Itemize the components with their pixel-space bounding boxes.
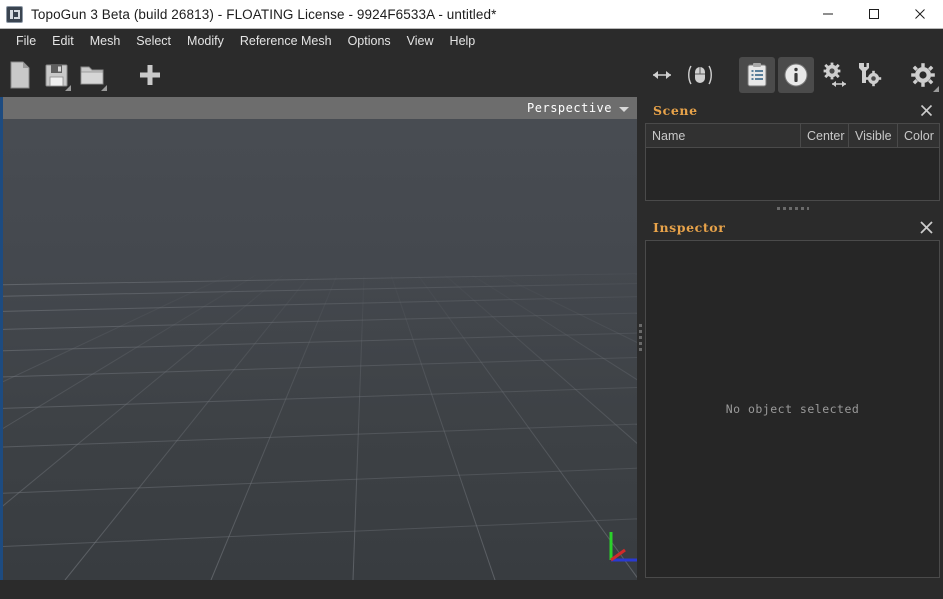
splitter-grip <box>777 207 809 210</box>
menu-item-mesh[interactable]: Mesh <box>82 31 129 51</box>
menu-bar: File Edit Mesh Select Modify Reference M… <box>0 29 943 53</box>
inspector-panel-title: Inspector <box>653 220 725 235</box>
window-title: TopoGun 3 Beta (build 26813) - FLOATING … <box>31 7 496 22</box>
wrench-gear-icon[interactable] <box>852 59 884 91</box>
clipboard-list-icon[interactable] <box>739 57 775 93</box>
menu-item-file[interactable]: File <box>8 31 44 51</box>
save-file-icon[interactable] <box>40 58 72 92</box>
column-header-center[interactable]: Center <box>801 124 849 147</box>
inspector-empty-message: No object selected <box>726 402 860 416</box>
add-plus-icon[interactable] <box>133 58 167 92</box>
inspector-body[interactable]: No object selected <box>645 240 940 578</box>
application-window: TopoGun 3 Beta (build 26813) - FLOATING … <box>0 0 943 599</box>
vertical-splitter[interactable] <box>637 97 643 580</box>
scene-panel: Scene Name Center Visible Color <box>645 97 940 201</box>
resize-arrows-icon[interactable] <box>646 60 678 90</box>
menu-item-edit[interactable]: Edit <box>44 31 82 51</box>
viewport-3d[interactable]: Perspective <box>0 97 637 580</box>
title-bar: TopoGun 3 Beta (build 26813) - FLOATING … <box>0 0 943 29</box>
topogun-logo-icon <box>6 6 23 23</box>
close-icon[interactable] <box>897 0 943 29</box>
menu-item-select[interactable]: Select <box>128 31 179 51</box>
info-circle-icon[interactable] <box>778 57 814 93</box>
view-mode-label[interactable]: Perspective <box>527 101 612 115</box>
window-controls <box>805 0 943 29</box>
open-folder-icon[interactable] <box>76 58 108 92</box>
menu-item-modify[interactable]: Modify <box>179 31 232 51</box>
main-toolbar <box>0 53 943 97</box>
inspector-panel: Inspector No object selected <box>645 214 940 580</box>
minimize-icon[interactable] <box>805 0 851 29</box>
viewport-header: Perspective <box>3 97 637 119</box>
viewport-grid <box>3 97 637 580</box>
settings-dropdown-indicator[interactable] <box>933 86 939 92</box>
column-header-name[interactable]: Name <box>646 124 801 147</box>
scene-table: Name Center Visible Color <box>645 123 940 201</box>
column-header-visible[interactable]: Visible <box>849 124 898 147</box>
open-dropdown-indicator[interactable] <box>101 85 107 91</box>
gear-arrows-icon[interactable] <box>818 59 850 91</box>
chevron-down-icon[interactable] <box>619 107 629 112</box>
horizontal-splitter[interactable] <box>645 203 940 213</box>
scene-table-header: Name Center Visible Color <box>646 124 939 148</box>
close-icon[interactable] <box>916 100 936 120</box>
menu-item-options[interactable]: Options <box>340 31 399 51</box>
column-header-color[interactable]: Color <box>898 124 939 147</box>
menu-item-reference-mesh[interactable]: Reference Mesh <box>232 31 340 51</box>
scene-table-body[interactable] <box>646 148 939 202</box>
save-dropdown-indicator[interactable] <box>65 85 71 91</box>
menu-item-view[interactable]: View <box>399 31 442 51</box>
axis-gizmo <box>601 522 637 568</box>
menu-item-help[interactable]: Help <box>442 31 484 51</box>
inspector-panel-header: Inspector <box>645 214 940 240</box>
maximize-icon[interactable] <box>851 0 897 29</box>
new-file-icon[interactable] <box>4 58 36 92</box>
close-icon[interactable] <box>916 217 936 237</box>
scene-panel-header: Scene <box>645 97 940 123</box>
settings-gear-icon[interactable] <box>906 57 940 93</box>
splitter-grip <box>639 324 642 354</box>
scene-panel-title: Scene <box>653 103 698 118</box>
mouse-icon[interactable] <box>684 59 716 91</box>
